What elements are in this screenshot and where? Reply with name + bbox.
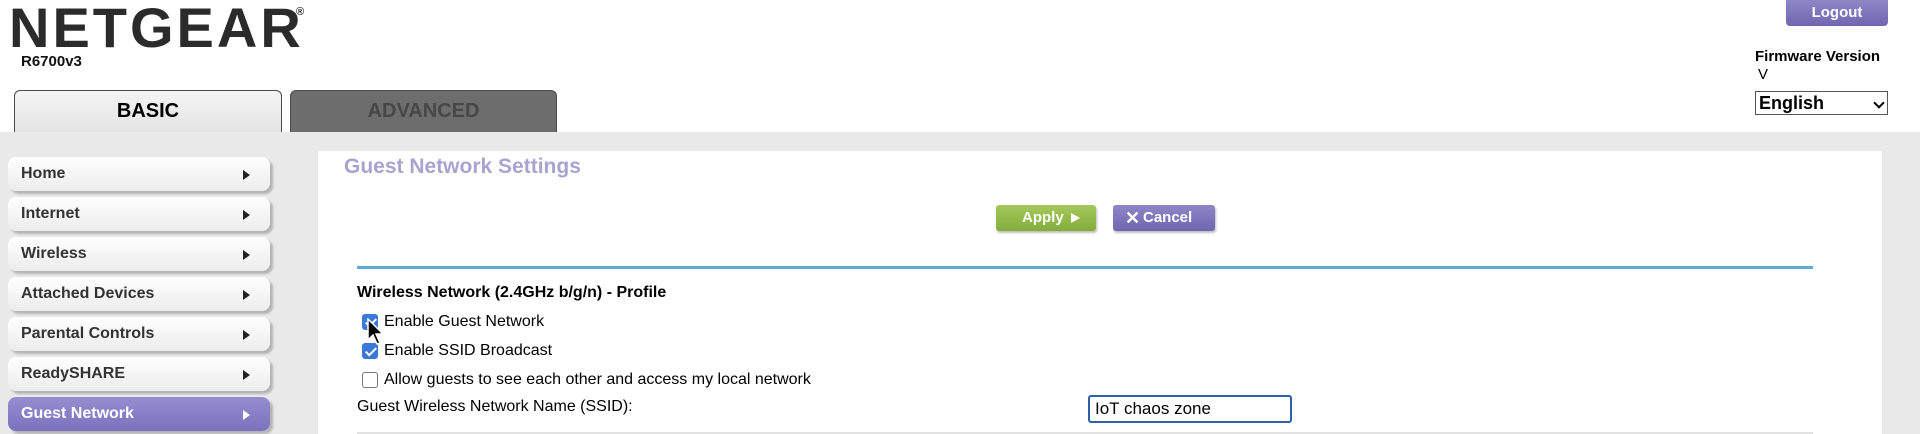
- firmware-version-label: Firmware Version: [1755, 48, 1881, 65]
- sidebar-item-attached-devices[interactable]: Attached Devices: [8, 277, 270, 311]
- triangle-right-icon: [243, 290, 250, 300]
- firmware-version-value: V: [1758, 66, 1769, 83]
- tab-advanced[interactable]: ADVANCED: [290, 90, 557, 132]
- triangle-right-icon: [243, 170, 250, 180]
- sidebar-item-label: Home: [21, 165, 66, 182]
- logout-button[interactable]: Logout: [1786, 0, 1888, 26]
- triangle-right-icon: [243, 210, 250, 220]
- sidebar-item-label: ReadySHARE: [21, 365, 126, 382]
- section-title: Wireless Network (2.4GHz b/g/n) - Profil…: [357, 284, 667, 301]
- triangle-right-icon: [243, 410, 250, 420]
- section-divider: [357, 266, 1813, 269]
- triangle-right-icon: [243, 370, 250, 380]
- enable-ssid-broadcast-label: Enable SSID Broadcast: [384, 342, 553, 359]
- close-icon: ✕: [1125, 208, 1141, 228]
- tab-basic[interactable]: BASIC: [14, 90, 282, 132]
- sidebar-item-label: Wireless: [21, 245, 87, 262]
- play-arrow-icon: [1071, 213, 1080, 223]
- model-name: R6700v3: [21, 53, 82, 70]
- sidebar-item-parental-controls[interactable]: Parental Controls: [8, 317, 270, 351]
- sidebar-item-label: Guest Network: [21, 405, 134, 422]
- triangle-right-icon: [243, 250, 250, 260]
- page-title: Guest Network Settings: [344, 155, 581, 178]
- allow-guest-access-label: Allow guests to see each other and acces…: [384, 371, 811, 388]
- sidebar-item-guest-network[interactable]: Guest Network: [8, 397, 270, 431]
- apply-button-label: Apply: [1022, 209, 1064, 226]
- sidebar-item-home[interactable]: Home: [8, 157, 270, 191]
- sidebar-item-wireless[interactable]: Wireless: [8, 237, 270, 271]
- ssid-label: Guest Wireless Network Name (SSID):: [357, 398, 633, 415]
- sidebar-item-label: Attached Devices: [21, 285, 155, 302]
- sidebar-item-label: Parental Controls: [21, 325, 155, 342]
- sidebar-item-readyshare[interactable]: ReadySHARE: [8, 357, 270, 391]
- triangle-right-icon: [243, 330, 250, 340]
- sidebar-item-internet[interactable]: Internet: [8, 197, 270, 231]
- cancel-button-label: Cancel: [1143, 209, 1193, 226]
- apply-button[interactable]: Apply: [996, 205, 1096, 231]
- netgear-logo: NETGEAR: [9, 0, 304, 59]
- cancel-button[interactable]: ✕ Cancel: [1113, 205, 1215, 231]
- header: NETGEAR ® R6700v3 BASIC ADVANCED Logout …: [0, 0, 1920, 132]
- enable-guest-network-label: Enable Guest Network: [384, 313, 545, 330]
- sidebar-item-label: Internet: [21, 205, 80, 222]
- mouse-cursor-icon: [367, 318, 385, 345]
- language-select[interactable]: English: [1755, 91, 1888, 115]
- language-selected-value: English: [1759, 93, 1825, 113]
- registered-mark: ®: [296, 6, 305, 18]
- chevron-down-icon: [1873, 97, 1885, 109]
- allow-guest-access-checkbox[interactable]: [362, 372, 378, 388]
- ssid-input[interactable]: [1088, 395, 1292, 423]
